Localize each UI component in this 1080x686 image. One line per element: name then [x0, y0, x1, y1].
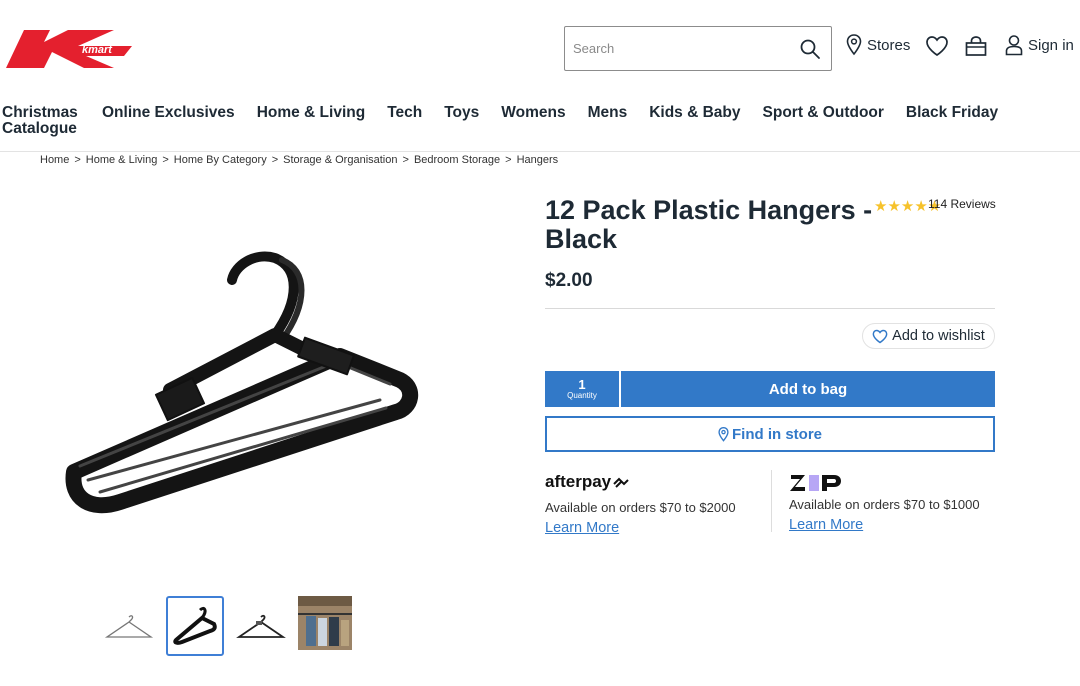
wardrobe-photo-icon [298, 596, 352, 650]
heart-icon [872, 329, 888, 343]
thumbnail-strip [100, 596, 360, 656]
add-to-bag-button[interactable]: Add to bag [621, 381, 995, 398]
afterpay-availability: Available on orders $70 to $2000 [545, 500, 736, 515]
breadcrumb-home-living[interactable]: Home & Living [86, 154, 158, 166]
find-in-store-label: Find in store [732, 425, 822, 443]
breadcrumb-separator: > [402, 154, 409, 166]
thumbnail-hanger-black-outline[interactable] [232, 596, 290, 656]
zip-learn-more-link[interactable]: Learn More [789, 517, 863, 533]
nav-item-mens[interactable]: Mens [588, 105, 628, 121]
nav-divider [0, 151, 1080, 152]
wishlist-label: Add to wishlist [892, 328, 985, 344]
nav-item-christmas-catalogue[interactable]: Christmas Catalogue [2, 105, 80, 137]
search-input[interactable] [565, 27, 785, 70]
quantity-value: 1 [578, 376, 586, 392]
nav-item-womens[interactable]: Womens [501, 105, 565, 121]
nav-item-tech[interactable]: Tech [387, 105, 422, 121]
hanger-with-clip-icon [236, 614, 286, 638]
hanger-outline-icon [104, 615, 154, 638]
user-icon [1005, 35, 1023, 56]
breadcrumb-separator: > [505, 154, 512, 166]
afterpay-arrows-icon [613, 477, 629, 488]
signin-link[interactable]: Sign in [1005, 34, 1074, 56]
product-price: $2.00 [545, 270, 593, 291]
search-box [564, 26, 832, 71]
breadcrumb-hangers: Hangers [516, 154, 559, 166]
stores-link[interactable]: Stores [846, 34, 910, 56]
bag-header-button[interactable] [964, 35, 988, 57]
zip-logo-icon: zip [789, 471, 841, 491]
nav-item-online-exclusives[interactable]: Online Exclusives [102, 105, 235, 121]
product-title: 12 Pack Plastic Hangers - Black [545, 195, 873, 254]
kmart-logo[interactable]: kmart [6, 26, 136, 70]
payment-divider [771, 470, 772, 532]
thumbnail-hanger-black[interactable] [166, 596, 224, 656]
afterpay-name: afterpay [545, 472, 612, 491]
rating-stars[interactable]: ★★★★★ [874, 198, 941, 215]
add-to-bag-bar: 1 Quantity Add to bag [545, 371, 995, 407]
breadcrumb-bedroom-storage[interactable]: Bedroom Storage [414, 154, 500, 166]
afterpay-learn-more-link[interactable]: Learn More [545, 520, 619, 536]
breadcrumb-home-by-category[interactable]: Home By Category [174, 154, 267, 166]
reviews-count-link[interactable]: 114 Reviews [928, 197, 996, 211]
add-to-wishlist-button[interactable]: Add to wishlist [862, 323, 995, 349]
signin-label: Sign in [1028, 36, 1074, 54]
quantity-selector[interactable]: 1 Quantity [545, 371, 621, 407]
logo-text: kmart [82, 44, 113, 56]
nav-item-black-friday[interactable]: Black Friday [906, 105, 998, 121]
find-in-store-button[interactable]: Find in store [545, 416, 995, 452]
thumbnail-wardrobe-photo[interactable] [298, 596, 352, 650]
breadcrumb-storage-organisation[interactable]: Storage & Organisation [283, 154, 397, 166]
breadcrumb-separator: > [271, 154, 279, 166]
location-pin-icon [846, 34, 862, 56]
price-divider [545, 308, 995, 309]
nav-item-toys[interactable]: Toys [444, 105, 479, 121]
main-nav: Christmas Catalogue Online Exclusives Ho… [2, 105, 1020, 137]
wishlist-header-button[interactable] [925, 35, 949, 57]
nav-item-sport-outdoor[interactable]: Sport & Outdoor [763, 105, 884, 121]
location-pin-icon [718, 426, 729, 442]
zip-logo: zip [789, 470, 1009, 494]
stores-label: Stores [867, 36, 911, 54]
breadcrumb: Home > Home & Living > Home By Category > S… [40, 154, 558, 166]
breadcrumb-separator: > [74, 154, 81, 166]
zip-availability: Available on orders $70 to $1000 [789, 497, 980, 512]
shopping-bag-icon [965, 36, 987, 56]
nav-item-kids-baby[interactable]: Kids & Baby [649, 105, 740, 121]
zip-info: zip Available on orders $70 to $1000 Lea… [789, 470, 1009, 533]
breadcrumb-home[interactable]: Home [40, 154, 69, 166]
afterpay-info: afterpay Available on orders $70 to $200… [545, 470, 765, 536]
quantity-label: Quantity [567, 390, 597, 400]
heart-icon [926, 36, 948, 57]
thumbnail-hanger-outline[interactable] [100, 596, 158, 656]
product-main-image [60, 240, 420, 520]
search-icon[interactable] [799, 38, 821, 60]
zip-name: zip [789, 471, 791, 472]
breadcrumb-separator: > [162, 154, 169, 166]
hanger-black-icon [173, 606, 217, 645]
afterpay-logo: afterpay [545, 470, 765, 494]
nav-item-home-living[interactable]: Home & Living [257, 105, 366, 121]
